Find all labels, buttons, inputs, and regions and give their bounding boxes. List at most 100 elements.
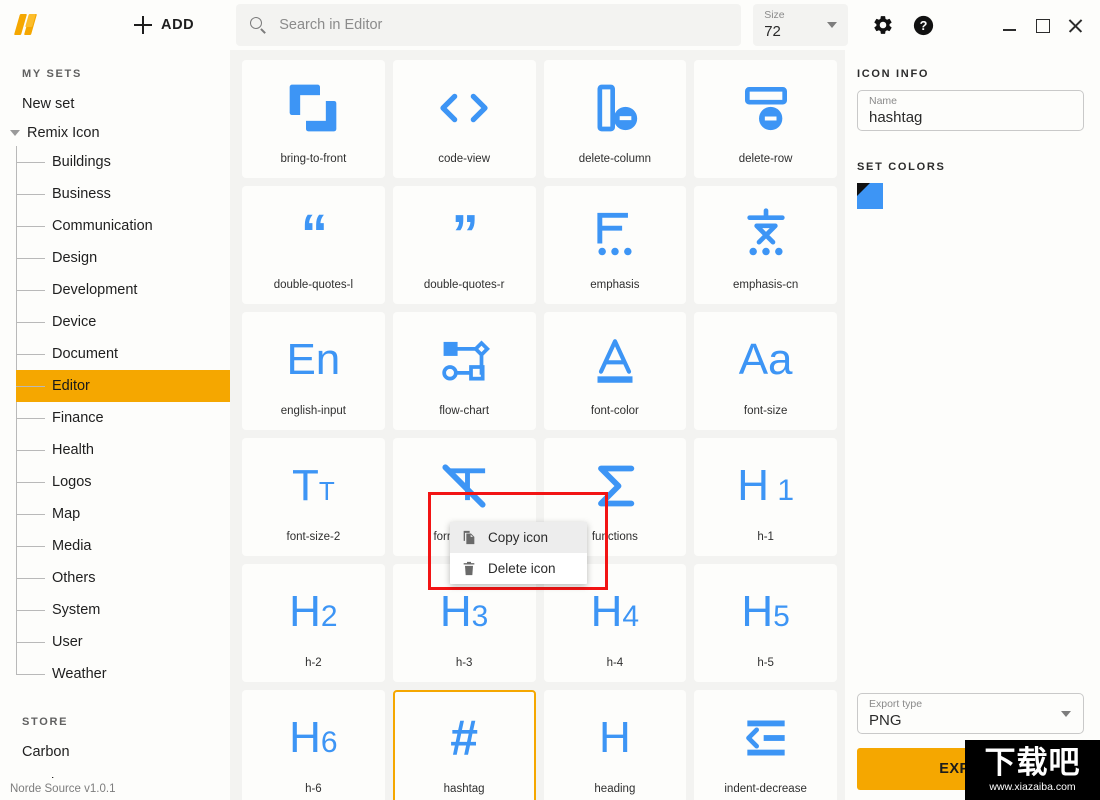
- size-select[interactable]: Size 72: [753, 4, 848, 46]
- icon-card-h-5[interactable]: H5h-5: [694, 564, 837, 682]
- sidebar-item-new-set[interactable]: New set: [0, 88, 230, 120]
- icon-name-label: Name: [869, 95, 1072, 108]
- sidebar-item-document[interactable]: Document: [16, 338, 230, 370]
- icon-card-label: h-1: [757, 531, 774, 554]
- icon-card-h-6[interactable]: H6h-6: [242, 690, 385, 800]
- sidebar-item-design[interactable]: Design: [16, 242, 230, 274]
- icon-card-h-1[interactable]: H 1h-1: [694, 438, 837, 556]
- code-view-icon: [395, 62, 534, 153]
- sidebar-group-remix-icon[interactable]: Remix Icon: [0, 120, 230, 146]
- icon-card-label: code-view: [438, 153, 490, 176]
- icon-card-label: emphasis: [590, 279, 639, 302]
- export-type-select[interactable]: Export type PNG: [857, 693, 1084, 734]
- gear-icon[interactable]: [872, 14, 894, 36]
- icon-card-h-2[interactable]: H2h-2: [242, 564, 385, 682]
- add-button[interactable]: ADD: [134, 16, 194, 34]
- export-type-value: PNG: [869, 711, 1072, 730]
- trash-icon: [461, 560, 477, 577]
- sidebar-item-label: Device: [52, 314, 96, 330]
- icon-card-label: english-input: [281, 405, 346, 428]
- sidebar-item-label: Finance: [52, 410, 104, 426]
- icon-card-emphasis-cn[interactable]: emphasis-cn: [694, 186, 837, 304]
- sidebar-item-weather[interactable]: Weather: [16, 658, 230, 690]
- double-quotes-r-icon: ”: [395, 188, 534, 279]
- icon-card-label: double-quotes-r: [424, 279, 505, 302]
- copy-icon: [461, 529, 477, 546]
- icon-card-hashtag[interactable]: #hashtag: [393, 690, 536, 800]
- icon-card-label: h-2: [305, 657, 322, 680]
- sidebar-item-health[interactable]: Health: [16, 434, 230, 466]
- icon-card-delete-column[interactable]: delete-column: [544, 60, 687, 178]
- sidebar-item-label: Document: [52, 346, 118, 362]
- icon-card-delete-row[interactable]: delete-row: [694, 60, 837, 178]
- icon-card-heading[interactable]: Hheading: [544, 690, 687, 800]
- sidebar-item-editor[interactable]: Editor: [16, 370, 230, 402]
- sidebar-item-logos[interactable]: Logos: [16, 466, 230, 498]
- color-swatch[interactable]: [857, 183, 883, 209]
- icon-card-flow-chart[interactable]: flow-chart: [393, 312, 536, 430]
- functions-icon: [546, 440, 685, 531]
- app-logo: [0, 12, 56, 38]
- icon-card-double-quotes-r[interactable]: ”double-quotes-r: [393, 186, 536, 304]
- size-select-label: Size: [764, 9, 838, 22]
- delete-row-icon: [696, 62, 835, 153]
- svg-text:?: ?: [920, 19, 928, 33]
- right-panel: ICON INFO Name hashtag SET COLORS Export…: [845, 50, 1100, 800]
- maximize-button[interactable]: [1035, 18, 1050, 33]
- icon-card-bring-to-front[interactable]: bring-to-front: [242, 60, 385, 178]
- sidebar-item-communication[interactable]: Communication: [16, 210, 230, 242]
- close-button[interactable]: [1068, 18, 1083, 33]
- sidebar-item-buildings[interactable]: Buildings: [16, 146, 230, 178]
- minimize-button[interactable]: [1002, 18, 1017, 33]
- sidebar-item-development[interactable]: Development: [16, 274, 230, 306]
- sidebar-item-label: Weather: [52, 666, 107, 682]
- sidebar-item-business[interactable]: Business: [16, 178, 230, 210]
- chevron-down-icon: [827, 22, 837, 28]
- window-controls: [1002, 18, 1083, 33]
- font-size-2-icon: TT: [244, 440, 383, 531]
- emphasis-cn-icon: [696, 188, 835, 279]
- sidebar-item-others[interactable]: Others: [16, 562, 230, 594]
- icon-card-label: emphasis-cn: [733, 279, 798, 302]
- export-type-label: Export type: [869, 698, 1072, 711]
- icon-card-english-input[interactable]: Enenglish-input: [242, 312, 385, 430]
- icon-card-label: h-4: [607, 657, 624, 680]
- chevron-down-icon: [1061, 711, 1071, 717]
- sidebar-item-media[interactable]: Media: [16, 530, 230, 562]
- icon-card-label: indent-decrease: [724, 783, 806, 800]
- icon-card-font-color[interactable]: font-color: [544, 312, 687, 430]
- main-body: MY SETS New set Remix Icon BuildingsBusi…: [0, 50, 1100, 800]
- icon-card-font-size-2[interactable]: TTfont-size-2: [242, 438, 385, 556]
- norde-logo-icon: [15, 12, 41, 38]
- sidebar-group-label: Remix Icon: [27, 125, 100, 141]
- english-input-icon: En: [244, 314, 383, 405]
- icon-card-label: hashtag: [444, 783, 485, 800]
- sidebar-item-user[interactable]: User: [16, 626, 230, 658]
- icon-name-value: hashtag: [869, 108, 1072, 127]
- sidebar-item-system[interactable]: System: [16, 594, 230, 626]
- sidebar-item-label: Media: [52, 538, 92, 554]
- search-icon: [250, 17, 267, 34]
- delete-column-icon: [546, 62, 685, 153]
- icon-name-field[interactable]: Name hashtag: [857, 90, 1084, 131]
- search-input[interactable]: [279, 17, 727, 33]
- icon-card-font-size[interactable]: Aafont-size: [694, 312, 837, 430]
- search-box[interactable]: [236, 4, 741, 46]
- sidebar-item-label: Logos: [52, 474, 92, 490]
- sidebar-item-carbon[interactable]: Carbon: [0, 736, 230, 768]
- icon-card-code-view[interactable]: code-view: [393, 60, 536, 178]
- context-menu-item-delete-icon[interactable]: Delete icon: [450, 553, 587, 584]
- icon-card-emphasis[interactable]: emphasis: [544, 186, 687, 304]
- context-menu-item-copy-icon[interactable]: Copy icon: [450, 522, 587, 553]
- icon-info-header: ICON INFO: [857, 68, 1084, 80]
- export-button[interactable]: EXPORT: [857, 748, 1084, 790]
- sidebar-item-map[interactable]: Map: [16, 498, 230, 530]
- help-icon[interactable]: ?: [913, 15, 934, 36]
- icon-card-indent-decrease[interactable]: indent-decrease: [694, 690, 837, 800]
- sidebar-item-finance[interactable]: Finance: [16, 402, 230, 434]
- icon-card-double-quotes-l[interactable]: “double-quotes-l: [242, 186, 385, 304]
- h-6-icon: H6: [244, 692, 383, 783]
- sidebar: MY SETS New set Remix Icon BuildingsBusi…: [0, 50, 230, 800]
- sidebar-item-device[interactable]: Device: [16, 306, 230, 338]
- sidebar-item-label: Development: [52, 282, 137, 298]
